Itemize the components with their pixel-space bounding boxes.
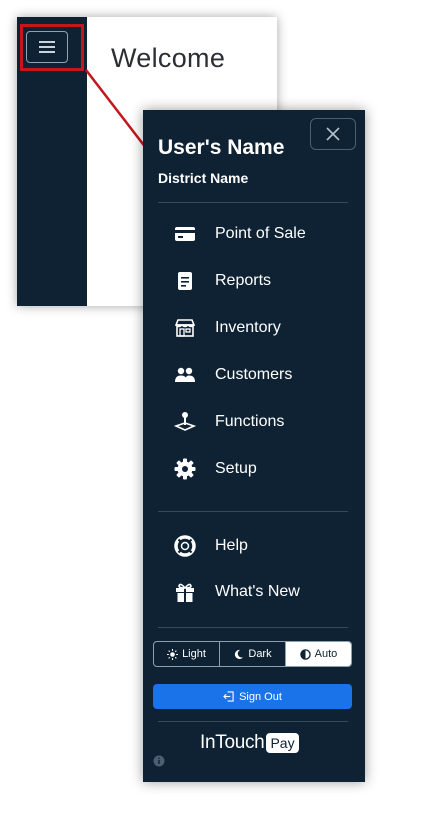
theme-auto-button[interactable]: Auto <box>286 642 351 666</box>
nav-item-label: Inventory <box>215 319 281 336</box>
credit-card-icon <box>173 222 197 246</box>
intouchpay-logo: InTouch Pay <box>200 732 299 754</box>
nav-item-inventory[interactable]: Inventory <box>173 313 281 343</box>
nav-item-customers[interactable]: Customers <box>173 360 292 390</box>
sign-out-label: Sign Out <box>239 690 282 703</box>
gift-icon <box>173 580 197 604</box>
district-name: District Name <box>158 170 249 186</box>
highlight-callout <box>20 24 84 71</box>
nav-item-label: Functions <box>215 413 285 430</box>
nav-item-whats-new[interactable]: What's New <box>173 577 300 607</box>
close-button[interactable] <box>310 118 356 150</box>
lifebuoy-icon <box>173 534 197 558</box>
theme-light-label: Light <box>182 648 206 660</box>
nav-item-label: What's New <box>215 583 300 600</box>
nav-item-label: Customers <box>215 366 293 383</box>
nav-item-help[interactable]: Help <box>173 531 248 561</box>
nav-item-label: Point of Sale <box>215 225 306 242</box>
joystick-icon <box>173 410 197 434</box>
page-title: Welcome <box>111 43 226 73</box>
moon-icon <box>235 649 244 659</box>
nav-item-label: Help <box>215 537 248 554</box>
nav-item-setup[interactable]: Setup <box>173 454 257 484</box>
divider <box>158 202 348 203</box>
theme-auto-label: Auto <box>314 648 338 660</box>
logo-badge: Pay <box>266 733 299 753</box>
theme-dark-label: Dark <box>248 648 272 660</box>
divider <box>158 627 348 628</box>
nav-item-functions[interactable]: Functions <box>173 407 284 437</box>
sign-out-icon <box>223 691 234 702</box>
info-icon[interactable] <box>153 755 165 767</box>
nav-item-point-of-sale[interactable]: Point of Sale <box>173 219 306 249</box>
store-icon <box>173 316 197 340</box>
sign-out-button[interactable]: Sign Out <box>153 684 352 709</box>
nav-item-label: Setup <box>215 460 257 477</box>
divider <box>158 511 348 512</box>
theme-light-button[interactable]: Light <box>154 642 220 666</box>
nav-item-label: Reports <box>215 272 272 289</box>
user-name: User's Name <box>158 136 285 159</box>
nav-item-reports[interactable]: Reports <box>173 266 271 296</box>
theme-switcher: Light Dark Auto <box>153 641 352 667</box>
gear-icon <box>173 457 197 481</box>
close-icon <box>326 127 340 141</box>
sun-icon <box>167 648 179 660</box>
theme-dark-button[interactable]: Dark <box>220 642 286 666</box>
document-icon <box>173 269 197 293</box>
divider <box>158 721 348 722</box>
logo-text: InTouch <box>200 732 265 753</box>
navigation-drawer: User's Name District Name Point of Sale … <box>143 110 365 782</box>
people-icon <box>173 363 197 387</box>
app-sidebar <box>17 17 87 306</box>
contrast-icon <box>299 648 311 660</box>
